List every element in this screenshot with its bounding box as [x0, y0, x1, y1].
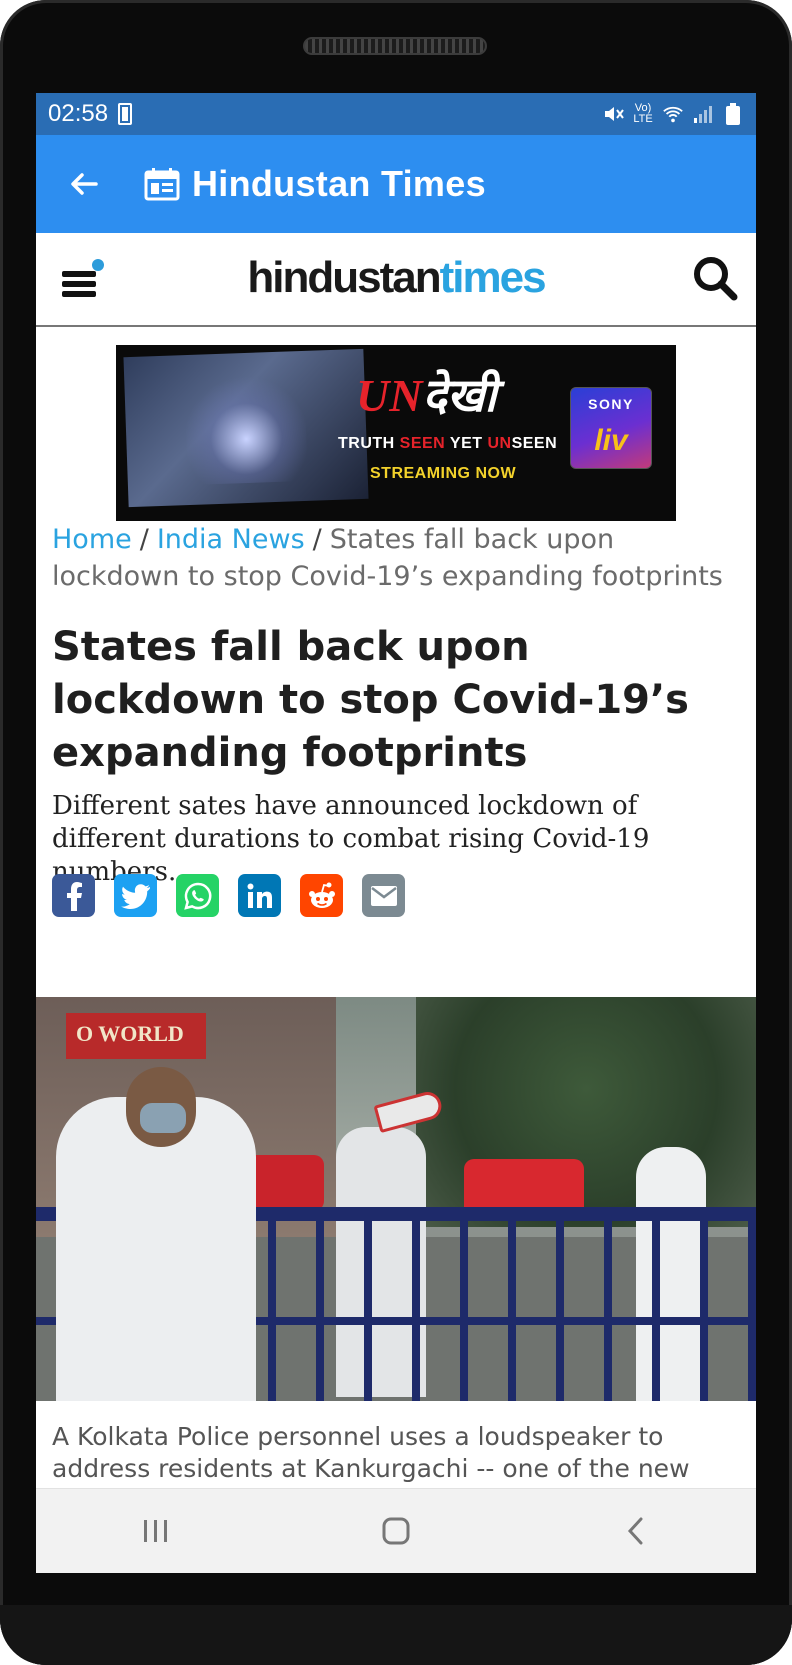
phone-bottom-bezel: [0, 1605, 792, 1665]
share-bar: [52, 874, 405, 917]
site-header: hindustantimes: [36, 233, 756, 327]
breadcrumb-current: States fall back upon lockdown to stop C…: [52, 524, 723, 592]
status-icons: Vo) LTE: [602, 103, 744, 125]
twitter-icon: [120, 883, 150, 909]
lte-label: LTE: [633, 113, 653, 125]
email-share-button[interactable]: [362, 874, 405, 917]
breadcrumb: Home / India News / States fall back upon lo…: [52, 521, 732, 595]
ad-title-latin: UN: [356, 370, 423, 421]
ad-title: UNदेखी: [356, 363, 496, 425]
ad-tagline: TRUTH SEEN YET UNSEEN: [338, 435, 557, 453]
logo-part1: hindustan: [247, 253, 441, 302]
battery-saver-icon: [118, 103, 133, 125]
ad-streaming-label: STREAMING NOW: [370, 465, 517, 482]
logo-part2: times: [439, 253, 547, 302]
linkedin-icon: [247, 883, 272, 908]
phone-speaker: [303, 37, 487, 55]
status-bar: 02:58 Vo) LTE: [36, 93, 756, 135]
brand-sony: SONY: [588, 396, 634, 412]
screen: 02:58 Vo) LTE Hindustan Times hindustant…: [36, 93, 756, 1573]
back-chevron-icon: [627, 1517, 643, 1545]
ad-tag-e: SEEN: [511, 435, 558, 452]
breadcrumb-home[interactable]: Home: [52, 524, 132, 555]
app-title: Hindustan Times: [192, 163, 486, 204]
mute-icon: [602, 103, 624, 125]
ad-tag-b: SEEN: [399, 435, 446, 452]
facebook-share-button[interactable]: [52, 874, 95, 917]
phone-frame: 02:58 Vo) LTE Hindustan Times hindustant…: [0, 0, 792, 1665]
email-icon: [370, 885, 397, 906]
battery-icon: [722, 103, 744, 125]
breadcrumb-separator: /: [312, 524, 322, 555]
photo-shop-sign: O WORLD: [66, 1013, 206, 1059]
recents-icon: [144, 1520, 167, 1542]
ad-banner[interactable]: UNदेखी TRUTH SEEN YET UNSEEN STREAMING N…: [116, 345, 676, 521]
brand-liv: liv: [594, 424, 628, 457]
breadcrumb-separator: /: [139, 524, 149, 555]
volte-icon: Vo) LTE: [632, 103, 654, 125]
system-nav-bar: [36, 1488, 756, 1573]
system-back-button[interactable]: [591, 1501, 681, 1561]
back-button[interactable]: [36, 135, 132, 233]
signal-icon: [692, 103, 714, 125]
wifi-icon: [662, 103, 684, 125]
breadcrumb-india-news[interactable]: India News: [157, 524, 305, 555]
photo-caption: A Kolkata Police personnel uses a loudsp…: [52, 1422, 690, 1483]
photo-officer-mask: [140, 1103, 186, 1133]
ad-tag-a: TRUTH: [338, 435, 400, 452]
calendar-news-icon: [132, 135, 192, 233]
recents-button[interactable]: [111, 1501, 201, 1561]
site-logo[interactable]: hindustantimes: [36, 253, 756, 303]
article-headline: States fall back upon lockdown to stop C…: [52, 624, 689, 776]
search-icon: [694, 257, 738, 301]
ad-title-devanagari: देखी: [422, 370, 497, 421]
home-icon: [382, 1517, 410, 1545]
app-bar: Hindustan Times: [36, 135, 756, 233]
whatsapp-icon: [183, 882, 211, 910]
ad-tag-d: UN: [487, 435, 512, 452]
arrow-left-icon: [71, 173, 98, 195]
reddit-share-button[interactable]: [300, 874, 343, 917]
reddit-icon: [308, 882, 335, 908]
twitter-share-button[interactable]: [114, 874, 157, 917]
search-button[interactable]: [692, 255, 742, 305]
whatsapp-share-button[interactable]: [176, 874, 219, 917]
status-time: 02:58: [48, 100, 109, 127]
ad-brand-logo: SONY liv: [570, 387, 652, 469]
article-photo: O WORLD: [36, 997, 756, 1401]
ad-tag-c: YET: [445, 435, 488, 452]
linkedin-share-button[interactable]: [238, 874, 281, 917]
facebook-icon: [66, 881, 82, 911]
home-button[interactable]: [351, 1501, 441, 1561]
ad-image: [123, 348, 369, 508]
